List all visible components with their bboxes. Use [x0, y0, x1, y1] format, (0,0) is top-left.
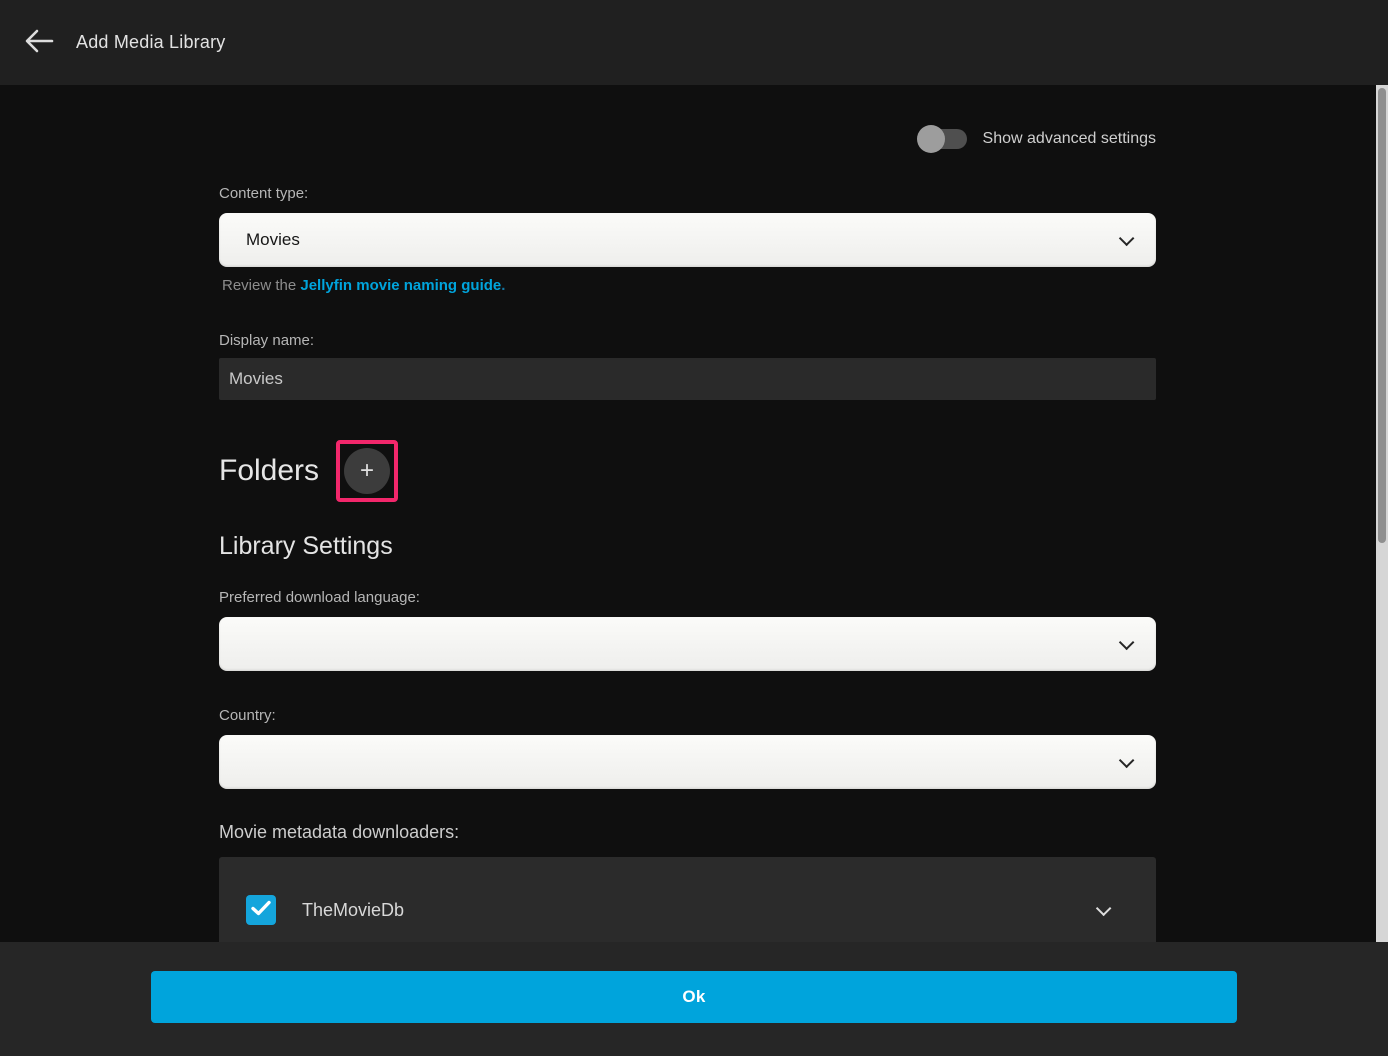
naming-hint: Review the Jellyfin movie naming guide. — [222, 277, 505, 294]
hint-suffix: . — [501, 277, 505, 294]
content-type-label: Content type: — [219, 185, 308, 202]
preferred-download-language-select[interactable] — [219, 617, 1156, 671]
arrow-left-icon — [24, 28, 54, 57]
metadata-downloader-item[interactable]: TheMovieDb — [219, 895, 1156, 925]
metadata-downloaders-label: Movie metadata downloaders: — [219, 822, 459, 843]
add-folder-button[interactable]: + — [336, 440, 398, 502]
display-name-input[interactable] — [219, 358, 1156, 400]
scrollbar-track[interactable] — [1376, 85, 1388, 942]
header: Add Media Library — [0, 0, 1388, 85]
display-name-label: Display name: — [219, 332, 314, 349]
checkmark-icon — [251, 900, 271, 921]
chevron-down-icon — [1119, 230, 1135, 246]
chevron-down-icon[interactable] — [1096, 900, 1112, 916]
toggle-knob — [917, 125, 945, 153]
hint-prefix: Review the — [222, 277, 300, 294]
advanced-settings-label: Show advanced settings — [983, 130, 1156, 148]
footer: Ok — [0, 942, 1388, 1056]
page-title: Add Media Library — [76, 32, 225, 53]
preferred-download-language-label: Preferred download language: — [219, 589, 420, 606]
scrollbar-thumb[interactable] — [1378, 88, 1386, 543]
content-type-select[interactable]: Movies — [219, 213, 1156, 267]
add-library-form: Show advanced settings Content type: Mov… — [219, 85, 1156, 942]
themoviedb-checkbox[interactable] — [246, 895, 276, 925]
library-settings-heading: Library Settings — [219, 532, 393, 561]
content-type-value: Movies — [246, 230, 1119, 250]
country-select[interactable] — [219, 735, 1156, 789]
folders-heading: Folders — [219, 454, 319, 488]
advanced-settings-row: Show advanced settings — [919, 125, 1156, 153]
country-label: Country: — [219, 707, 276, 724]
folders-row: Folders + — [219, 440, 398, 502]
metadata-downloaders-panel: TheMovieDb — [219, 857, 1156, 942]
back-button[interactable] — [14, 18, 64, 68]
advanced-settings-toggle[interactable] — [919, 129, 967, 149]
plus-icon: + — [360, 459, 374, 483]
ok-button[interactable]: Ok — [151, 971, 1237, 1023]
metadata-downloader-name: TheMovieDb — [302, 900, 1096, 921]
naming-guide-link[interactable]: Jellyfin movie naming guide — [300, 277, 501, 294]
chevron-down-icon — [1119, 752, 1135, 768]
chevron-down-icon — [1119, 634, 1135, 650]
add-folder-circle: + — [344, 448, 390, 494]
